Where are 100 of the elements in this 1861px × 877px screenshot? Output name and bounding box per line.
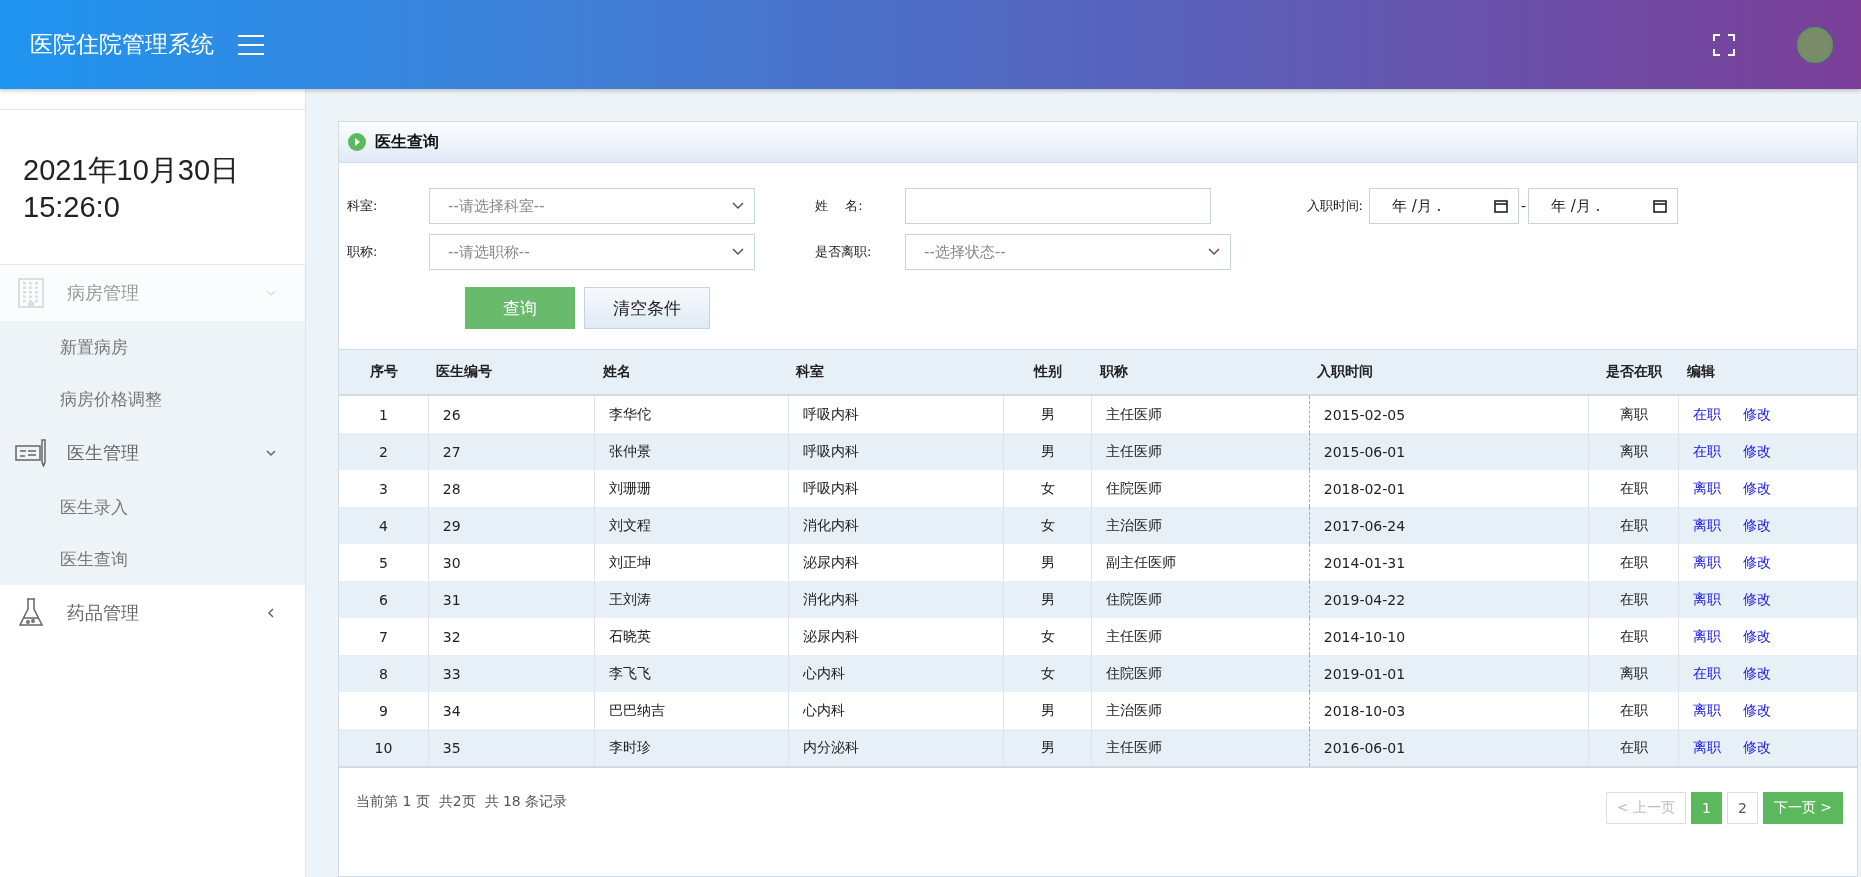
action-link[interactable]: 修改 [1743,479,1772,496]
date-field[interactable]: 年 /月 . [1528,188,1678,224]
table-cell: 6 [378,591,388,608]
table-cell: 2016-06-01 [1323,739,1406,756]
menu-icon[interactable] [238,34,264,55]
table-cell: 女 [1040,516,1055,533]
action-link[interactable]: 离职 [1693,627,1722,644]
action-link[interactable]: 修改 [1743,442,1772,459]
table-cell: 主任医师 [1106,405,1163,422]
table-cell: 呼吸内科 [802,405,859,422]
panel-title: 医生查询 [375,131,439,153]
table-cell: 王刘涛 [609,590,652,607]
table-cell: 32 [442,628,461,645]
column-header: 性别 [1003,349,1092,395]
action-link[interactable]: 修改 [1743,664,1772,681]
table-cell: 主治医师 [1106,701,1163,718]
calendar-icon[interactable] [1653,199,1667,213]
menu-item[interactable]: 医生查询 [0,533,305,585]
table-cell: 李飞飞 [609,664,652,681]
table-cell: 26 [442,406,461,423]
table-cell: 男 [1040,701,1055,718]
table-cell: 在职 [1619,701,1648,718]
table-cell: 主任医师 [1106,738,1163,755]
table-cell: 泌尿内科 [802,627,859,644]
action-link[interactable]: 离职 [1693,516,1722,533]
menu-item[interactable]: 医生录入 [0,481,305,533]
table-cell: 消化内科 [802,516,859,533]
action-link[interactable]: 离职 [1693,479,1722,496]
table-cell: 呼吸内科 [802,479,859,496]
table-cell: 31 [442,591,461,608]
table-cell: 刘文程 [609,516,652,533]
play-icon [348,133,366,151]
column-header: 职称 [1091,349,1310,395]
column-header: 科室 [788,349,1004,395]
action-link[interactable]: 修改 [1743,701,1772,718]
table-cell: 石晓英 [609,627,652,644]
date-text: 2021年10月30日 [23,152,241,188]
action-link[interactable]: 修改 [1743,738,1772,755]
table-cell: 主任医师 [1106,627,1163,644]
date-field[interactable]: 年 /月 . [1369,188,1519,224]
table-cell: 在职 [1619,479,1648,496]
table-cell: 29 [442,517,461,534]
table-cell: 主任医师 [1106,442,1163,459]
table-cell: 男 [1040,553,1055,570]
table-cell: 男 [1040,738,1055,755]
action-link[interactable]: 离职 [1693,738,1722,755]
table-cell: 2019-01-01 [1323,665,1406,682]
table-cell: 离职 [1619,442,1648,459]
action-link[interactable]: 离职 [1693,701,1722,718]
department-select[interactable]: --请选择科室-- [429,188,755,224]
table-cell: 心内科 [802,664,845,681]
action-link[interactable]: 离职 [1693,553,1722,570]
column-header: 是否在职 [1588,349,1679,395]
chevron-down-icon [1208,248,1220,256]
chevron-down-icon [265,287,277,299]
calendar-icon[interactable] [1494,199,1508,213]
chevron-down-icon [265,447,277,459]
menu-item[interactable]: 病房价格调整 [0,373,305,425]
fullscreen-icon[interactable] [1713,33,1735,56]
menu-group[interactable]: 医生管理 [0,425,305,481]
name-input[interactable] [905,188,1211,224]
table-cell: 主治医师 [1106,516,1163,533]
menu-item[interactable]: 新置病房 [0,321,305,373]
table-cell: 李华佗 [609,405,652,422]
action-link[interactable]: 在职 [1693,664,1722,681]
status-select[interactable]: --选择状态-- [905,234,1231,270]
table-cell: 女 [1040,664,1055,681]
action-link[interactable]: 在职 [1693,405,1722,422]
action-link[interactable]: 在职 [1693,442,1722,459]
table-cell: 呼吸内科 [802,442,859,459]
action-link[interactable]: 修改 [1743,405,1772,422]
menu-group[interactable]: 药品管理 [0,585,305,641]
field-label: 职称: [347,243,379,261]
action-link[interactable]: 修改 [1743,627,1772,644]
table-cell: 住院医师 [1106,590,1163,607]
column-header: 序号 [339,349,429,395]
range-separator: - [1519,198,1528,214]
title-select[interactable]: --请选职称-- [429,234,755,270]
clear-button[interactable]: 清空条件 [584,287,710,329]
column-header: 姓名 [594,349,789,395]
table-cell: 2018-02-01 [1323,480,1406,497]
page-button[interactable]: 2 [1726,792,1758,824]
table-cell: 泌尿内科 [802,553,859,570]
table-cell: 1 [378,406,388,423]
action-link[interactable]: 修改 [1743,516,1772,533]
table-cell: 离职 [1619,664,1648,681]
app-title: 医院住院管理系统 [30,30,214,59]
action-link[interactable]: 修改 [1743,553,1772,570]
column-header: 编辑 [1678,349,1857,395]
table-cell: 张仲景 [609,442,652,459]
table-cell: 内分泌科 [802,738,859,755]
action-link[interactable]: 离职 [1693,590,1722,607]
table-cell: 女 [1040,627,1055,644]
table-cell: 2014-01-31 [1323,554,1406,571]
field-label: 入职时间: [1305,197,1363,215]
table-cell: 男 [1040,442,1055,459]
table-cell: 2015-02-05 [1323,406,1406,423]
action-link[interactable]: 修改 [1743,590,1772,607]
chevron-down-icon [732,202,744,210]
cheque-icon [15,439,47,467]
